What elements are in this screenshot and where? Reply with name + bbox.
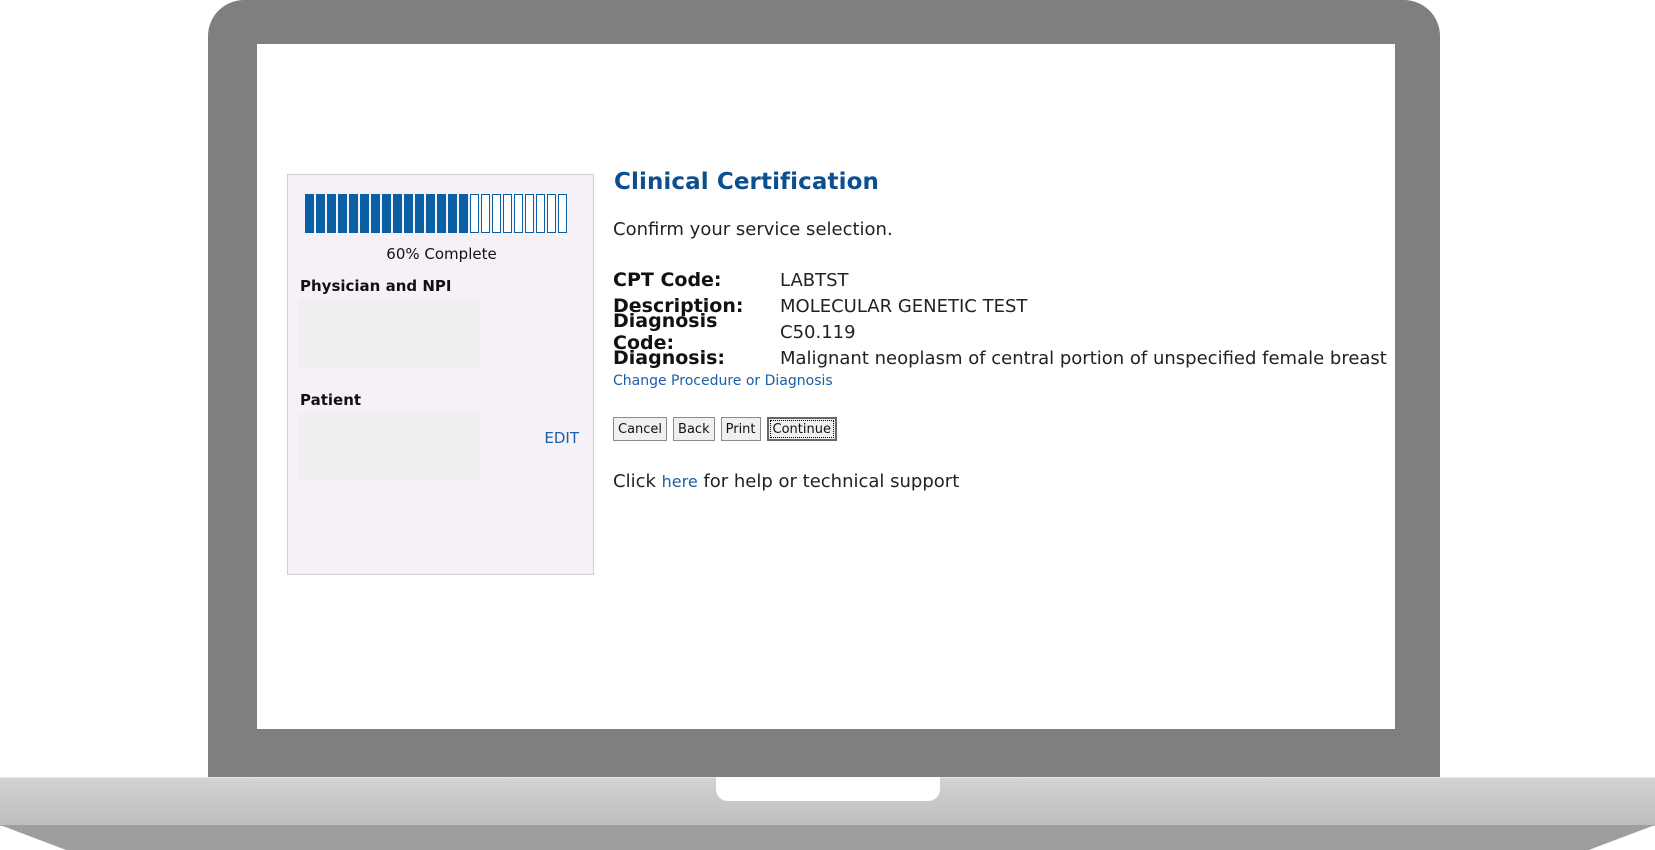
progress-segment-filled bbox=[448, 194, 457, 233]
laptop-base-bottom bbox=[0, 825, 1655, 850]
patient-label: Patient bbox=[300, 391, 362, 409]
detail-row-diagnosis: Diagnosis: Malignant neoplasm of central… bbox=[613, 345, 1387, 371]
progress-segment-filled bbox=[404, 194, 413, 233]
progress-segment-filled bbox=[305, 194, 314, 233]
detail-row-diagnosis-code: Diagnosis Code: C50.119 bbox=[613, 310, 1387, 354]
help-prefix: Click bbox=[613, 471, 662, 492]
main-content: Clinical Certification Confirm your serv… bbox=[613, 169, 1393, 492]
physician-npi-label: Physician and NPI bbox=[300, 277, 452, 295]
continue-button[interactable]: Continue bbox=[766, 417, 837, 441]
progress-segment-filled bbox=[393, 194, 402, 233]
progress-segment-empty bbox=[492, 194, 501, 233]
print-button[interactable]: Print bbox=[720, 417, 761, 441]
diagnosis-label: Diagnosis: bbox=[613, 347, 726, 369]
progress-segment-filled bbox=[371, 194, 380, 233]
progress-segment-empty bbox=[503, 194, 512, 233]
progress-segment-filled bbox=[316, 194, 325, 233]
progress-sidebar: 60% Complete Physician and NPI Patient E… bbox=[287, 174, 594, 575]
progress-segment-empty bbox=[481, 194, 490, 233]
progress-segment-filled bbox=[459, 194, 468, 233]
back-button[interactable]: Back bbox=[673, 417, 715, 441]
help-link[interactable]: here bbox=[662, 472, 698, 491]
progress-segment-filled bbox=[382, 194, 391, 233]
progress-segment-empty bbox=[558, 194, 567, 233]
laptop-base bbox=[0, 777, 1655, 850]
patient-info bbox=[298, 413, 480, 481]
progress-segment-filled bbox=[437, 194, 446, 233]
progress-segment-empty bbox=[547, 194, 556, 233]
progress-segment-filled bbox=[327, 194, 336, 233]
diagnosis-code-value: C50.119 bbox=[780, 321, 856, 343]
page-title: Clinical Certification bbox=[614, 169, 879, 195]
help-text: Click here for help or technical support bbox=[613, 471, 959, 492]
diagnosis-value: Malignant neoplasm of central portion of… bbox=[780, 347, 1387, 369]
change-procedure-link[interactable]: Change Procedure or Diagnosis bbox=[613, 373, 833, 389]
progress-bar bbox=[305, 194, 569, 233]
cpt-code-label: CPT Code: bbox=[613, 269, 722, 291]
progress-segment-filled bbox=[415, 194, 424, 233]
laptop-screen: 60% Complete Physician and NPI Patient E… bbox=[257, 44, 1395, 729]
action-buttons: Cancel Back Print Continue bbox=[613, 417, 837, 441]
progress-segment-filled bbox=[349, 194, 358, 233]
edit-patient-link[interactable]: EDIT bbox=[544, 429, 579, 447]
progress-segment-filled bbox=[426, 194, 435, 233]
cancel-button[interactable]: Cancel bbox=[613, 417, 668, 441]
progress-label: 60% Complete bbox=[386, 245, 497, 263]
service-details: CPT Code: LABTST Description: MOLECULAR … bbox=[613, 267, 1387, 371]
cpt-code-value: LABTST bbox=[780, 269, 849, 291]
progress-segment-empty bbox=[525, 194, 534, 233]
page-subtitle: Confirm your service selection. bbox=[613, 219, 893, 240]
laptop-notch bbox=[716, 777, 940, 801]
progress-segment-empty bbox=[536, 194, 545, 233]
detail-row-cpt-code: CPT Code: LABTST bbox=[613, 267, 1387, 293]
progress-segment-filled bbox=[360, 194, 369, 233]
progress-segment-empty bbox=[470, 194, 479, 233]
progress-segment-empty bbox=[514, 194, 523, 233]
help-suffix: for help or technical support bbox=[697, 471, 960, 492]
physician-npi-info bbox=[298, 299, 480, 367]
progress-segment-filled bbox=[338, 194, 347, 233]
description-value: MOLECULAR GENETIC TEST bbox=[780, 295, 1028, 317]
